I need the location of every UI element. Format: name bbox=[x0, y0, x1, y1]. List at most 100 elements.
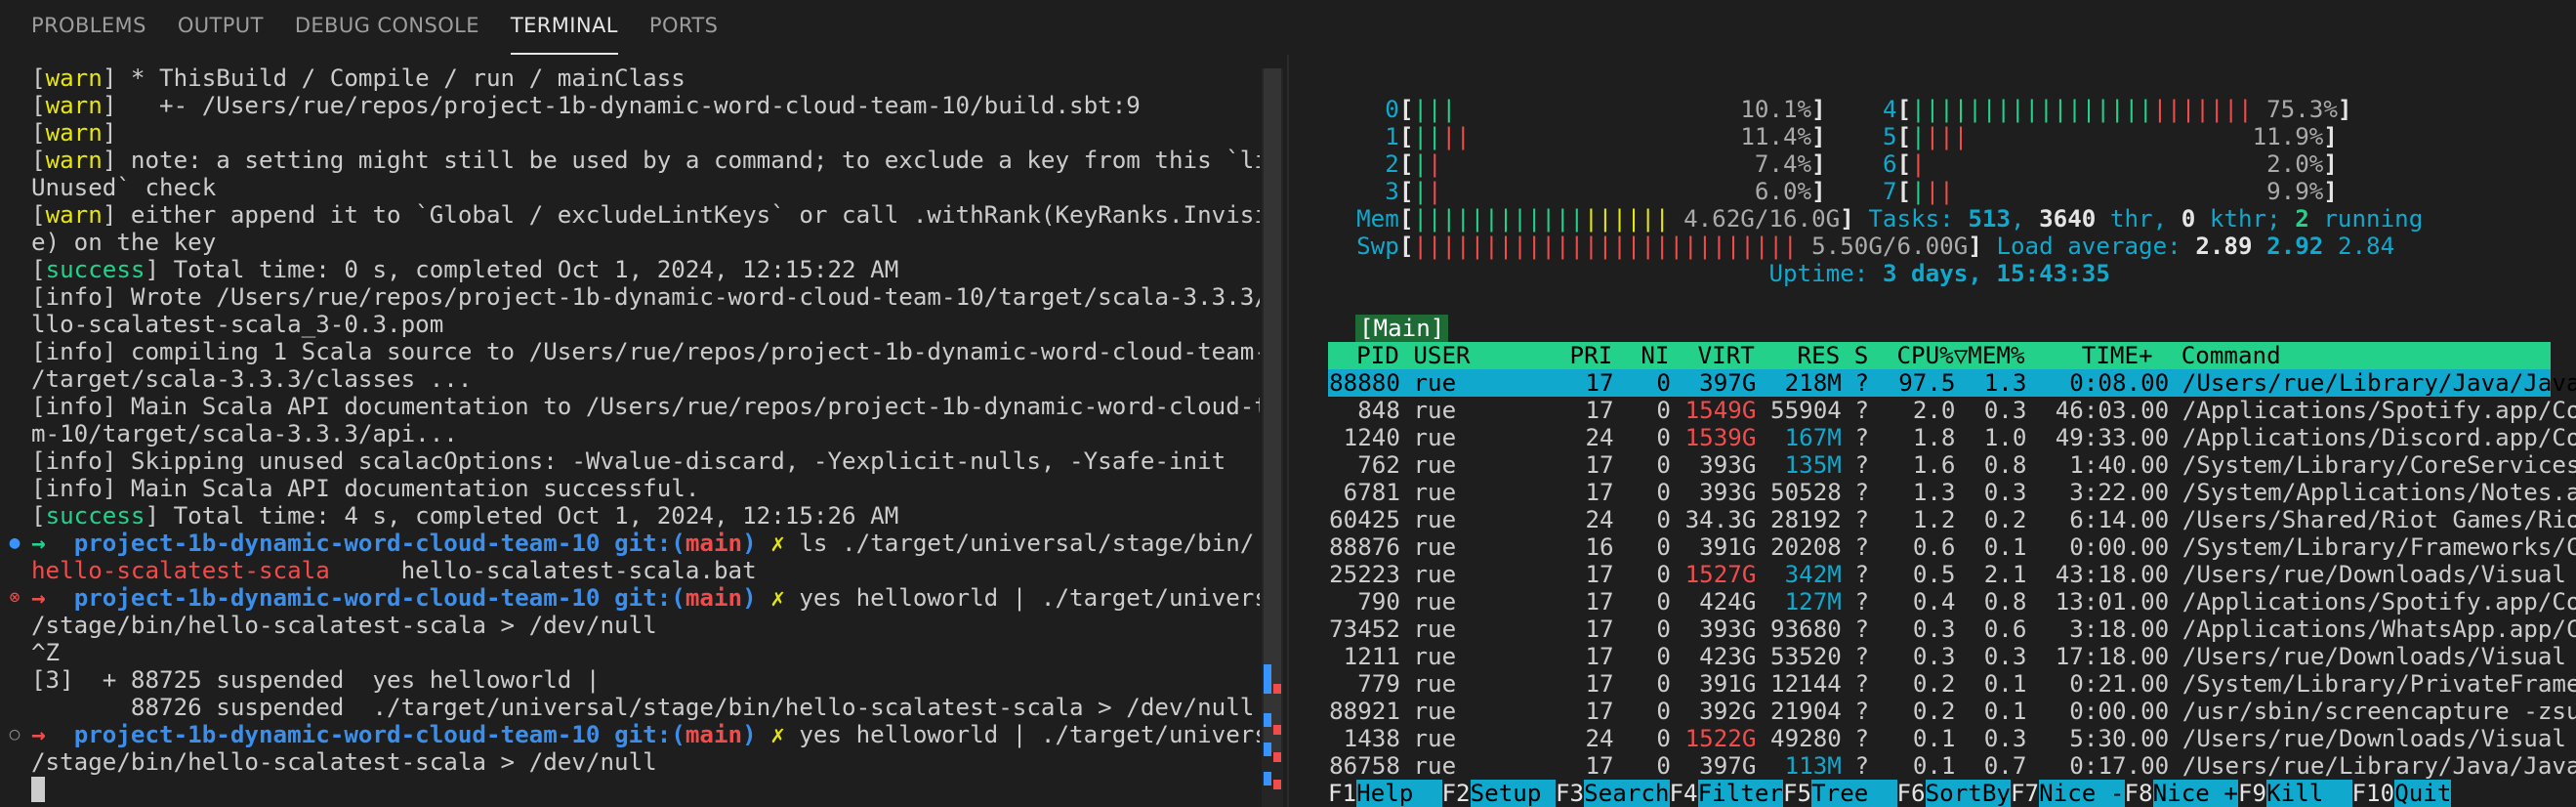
process-row[interactable]: 1240 rue 24 0 1539G 167M? 1.8 1.0 49:33.00/Appli… bbox=[1328, 424, 2576, 451]
state-cell: ? bbox=[1854, 588, 1870, 616]
priority-cell: 17 bbox=[1585, 369, 1614, 397]
time-cell: 6:14.00 bbox=[2069, 506, 2170, 533]
fkey-f10[interactable]: F10 Quit bbox=[2351, 780, 2452, 807]
meter-bar: | bbox=[1911, 178, 1926, 205]
process-row[interactable]: 88921 rue 17 0 392G 21904? 0.2 0.1 0:00.00/usr/s… bbox=[1328, 698, 2576, 725]
process-row[interactable]: 1211 rue 17 0 423G 53520? 0.3 0.3 17:18.00/Users… bbox=[1328, 643, 2566, 670]
user-cell: rue bbox=[1413, 424, 1457, 451]
terminal-left[interactable]: ● ⊗ ○ [warn] * ThisBuild / Compile / run /… bbox=[0, 55, 1260, 807]
fkey-f2[interactable]: F2 Setup bbox=[1441, 780, 1556, 807]
meter-bracket: ] bbox=[1811, 178, 1826, 205]
state-cell: ? bbox=[1854, 561, 1870, 588]
tab-terminal[interactable]: TERMINAL bbox=[510, 0, 618, 55]
meter-label: 2 bbox=[1385, 150, 1399, 178]
terminal-text: [info] Wrote /Users/rue/repos/project-1b… bbox=[31, 283, 1260, 311]
command-status-icon[interactable]: ⊗ bbox=[6, 584, 23, 612]
fkey-f7[interactable]: F7 Nice - bbox=[2011, 780, 2125, 807]
time-cell: 46:03.00 bbox=[2055, 397, 2170, 424]
priority-cell: 17 bbox=[1585, 479, 1614, 506]
command-cell: /Users/rue/Downloads/Visual St bbox=[2181, 725, 2576, 752]
process-row[interactable]: 73452 rue 17 0 393G 93680? 0.3 0.6 3:18.00/Appli… bbox=[1328, 616, 2576, 643]
process-row[interactable]: 779 rue 17 0 391G 12144? 0.2 0.1 0:21.00/System/… bbox=[1328, 670, 2576, 698]
scroll-marker bbox=[1264, 772, 1271, 786]
tab-problems[interactable]: PROBLEMS bbox=[31, 0, 146, 55]
terminal-text: ^Z bbox=[31, 639, 61, 666]
command-status-icon[interactable]: ○ bbox=[6, 721, 23, 748]
process-row[interactable]: 88880 rue 17 0 397G 218M? 97.5 1.3 0:08.00/Users… bbox=[1328, 369, 2576, 397]
nice-cell: 0 bbox=[1656, 561, 1671, 588]
user-cell: rue bbox=[1413, 698, 1457, 725]
terminal-text: ✗ bbox=[770, 584, 800, 612]
fkey-f8[interactable]: F8 Nice + bbox=[2124, 780, 2238, 807]
time-cell: 0:21.00 bbox=[2069, 670, 2170, 698]
terminal-line: [warn] either append it to `Global / exc… bbox=[31, 201, 1260, 229]
scrollbar-thumb[interactable] bbox=[1264, 68, 1281, 752]
priority-cell: 17 bbox=[1585, 451, 1614, 479]
terminal-line: [warn] * ThisBuild / Compile / run / mai… bbox=[31, 64, 1260, 92]
terminal-right-htop[interactable]: 0[||| 10.1%] 4[|||||||||||||||||||||||| … bbox=[1289, 55, 2576, 807]
cpu-cell: 0.5 bbox=[1912, 561, 1956, 588]
user-cell: rue bbox=[1413, 506, 1457, 533]
pid-cell: 779 bbox=[1357, 670, 1400, 698]
process-row[interactable]: 25223 rue 17 0 1527G 342M? 0.5 2.1 43:18.00/User… bbox=[1328, 561, 2566, 588]
process-row[interactable]: 88876 rue 16 0 391G 20208? 0.6 0.1 0:00.00/Syste… bbox=[1328, 533, 2576, 561]
fkey-label: Quit bbox=[2394, 780, 2452, 807]
command-status-icon[interactable]: ● bbox=[6, 530, 23, 557]
process-table-header[interactable]: PID USER PRI NI VIRT RES S CPU%▽MEM% TIM… bbox=[1328, 342, 2551, 369]
meter-bar: |||||| bbox=[1584, 205, 1670, 233]
process-row[interactable]: 762 rue 17 0 393G 135M? 1.6 0.8 1:40.00/System/L… bbox=[1328, 451, 2576, 479]
process-row[interactable]: 60425 rue 24 0 34.3G 28192? 1.2 0.2 6:14.00/User… bbox=[1328, 506, 2576, 533]
state-cell: ? bbox=[1854, 451, 1870, 479]
terminal-line: [success] Total time: 4 s, completed Oct… bbox=[31, 502, 1260, 530]
terminal-text: [ bbox=[31, 92, 46, 119]
process-table[interactable]: 88880 rue 17 0 397G 218M? 97.5 1.3 0:08.00/Users… bbox=[1328, 369, 2576, 780]
process-row[interactable]: 86758 rue 17 0 397G 113M? 0.1 0.7 0:17.00/Users/… bbox=[1328, 752, 2576, 780]
process-row[interactable]: 790 rue 17 0 424G 127M? 0.4 0.8 13:01.00/Applica… bbox=[1328, 588, 2576, 616]
terminal-text: llo-scalatest-scala_3-0.3.pom bbox=[31, 311, 444, 338]
tab-ports[interactable]: PORTS bbox=[649, 0, 718, 55]
htop-main-tab[interactable]: [Main] bbox=[1355, 315, 1449, 342]
terminal-text: [ bbox=[31, 502, 46, 530]
command-cell: /Users/rue/Downloads/Visual St bbox=[2181, 643, 2576, 670]
tab-output[interactable]: OUTPUT bbox=[178, 0, 264, 55]
priority-cell: 17 bbox=[1585, 588, 1614, 616]
scroll-marker bbox=[1273, 725, 1281, 735]
meter-bar: | bbox=[1911, 150, 1926, 178]
fkey-f1[interactable]: F1 Help bbox=[1328, 780, 1442, 807]
fkey-f3[interactable]: F3 Search bbox=[1556, 780, 1670, 807]
terminal-text: project-1b-dynamic-word-cloud-team-10 bbox=[73, 584, 615, 612]
time-cell: 1:40.00 bbox=[2069, 451, 2170, 479]
meter-value: 6.0% bbox=[1754, 178, 1812, 205]
terminal-text: ] Total time: 4 s, completed Oct 1, 2024… bbox=[145, 502, 899, 530]
meter-bracket: [ bbox=[1398, 150, 1414, 178]
process-row[interactable]: 848 rue 17 0 1549G 55904? 2.0 0.3 46:03.00/Appli… bbox=[1328, 397, 2576, 424]
cpu-cell: 0.1 bbox=[1912, 725, 1956, 752]
terminal-text: git:( bbox=[614, 584, 686, 612]
pid-cell: 790 bbox=[1357, 588, 1400, 616]
nice-cell: 0 bbox=[1656, 451, 1671, 479]
terminal-text: [ bbox=[31, 201, 46, 229]
scroll-marker bbox=[1264, 743, 1271, 756]
time-cell: 0:08.00 bbox=[2069, 369, 2170, 397]
mem-cell: 0.7 bbox=[1983, 752, 2027, 780]
cpu-cell: 97.5 bbox=[1898, 369, 1956, 397]
fkey-f5[interactable]: F5 Tree bbox=[1783, 780, 1897, 807]
tab-debug-console[interactable]: DEBUG CONSOLE bbox=[295, 0, 479, 55]
user-cell: rue bbox=[1413, 643, 1457, 670]
process-row[interactable]: 6781 rue 17 0 393G 50528? 1.3 0.3 3:22.00/System… bbox=[1328, 479, 2576, 506]
process-row[interactable]: 1438 rue 24 0 1522G 49280? 0.1 0.3 5:30.00/Users… bbox=[1328, 725, 2566, 752]
htop-meters: 0[||| 10.1%] 4[|||||||||||||||||||||||| … bbox=[1328, 96, 2423, 287]
fkey-f9[interactable]: F9 Kill bbox=[2238, 780, 2352, 807]
state-cell: ? bbox=[1854, 643, 1870, 670]
running-count: 2 bbox=[2295, 205, 2309, 233]
fkey-f4[interactable]: F4 Filter bbox=[1669, 780, 1783, 807]
fkey-f6[interactable]: F6 SortBy bbox=[1896, 780, 2011, 807]
terminal-text: warn bbox=[45, 64, 103, 92]
res-cell: 49280 bbox=[1770, 725, 1842, 752]
terminal-line: /stage/bin/hello-scalatest-scala > /dev/… bbox=[31, 748, 1260, 776]
cpu-cell: 0.2 bbox=[1912, 670, 1956, 698]
terminal-scrollbar[interactable] bbox=[1262, 68, 1283, 807]
priority-cell: 17 bbox=[1585, 643, 1614, 670]
tasks-sep: , bbox=[2011, 205, 2040, 233]
terminal-text: ✗ bbox=[770, 530, 800, 557]
